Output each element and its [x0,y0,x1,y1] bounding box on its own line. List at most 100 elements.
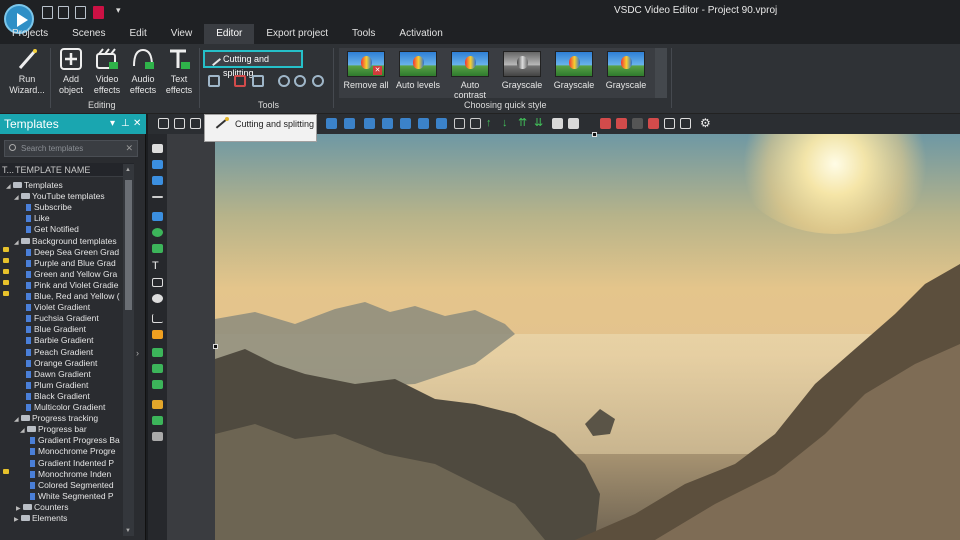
template-item[interactable]: Barbie Gradient [26,335,94,346]
dropdown-icon[interactable]: ▾ [110,118,115,129]
menu-projects[interactable]: Projects [0,24,60,44]
distribute-icon[interactable] [470,118,481,129]
expand-toggle-icon[interactable]: ▶ [14,515,21,526]
template-item[interactable]: Green and Yellow Gra [26,269,117,280]
scroll-up-icon[interactable]: ▲ [125,167,131,173]
template-item[interactable]: Monochrome Progre [30,446,115,457]
align-icon[interactable] [364,118,375,129]
text-tool-icon[interactable]: T [152,261,163,272]
template-item[interactable]: Plum Gradient [26,380,88,391]
align-icon[interactable] [436,118,447,129]
menu-export-project[interactable]: Export project [254,24,340,44]
speed-icon[interactable] [312,75,324,87]
video-effects-button[interactable]: Video effects [90,46,124,96]
add-object-button[interactable]: Add object [54,46,88,96]
template-folder[interactable]: ◢ YouTube templates [14,191,105,202]
template-item[interactable]: Blue Gradient [26,324,86,335]
menu-view[interactable]: View [159,24,205,44]
template-item[interactable]: Multicolor Gradient [26,402,105,413]
close-icon[interactable]: ✕ [133,118,141,129]
new-project-icon[interactable] [42,6,53,19]
expand-toggle-icon[interactable]: ◢ [14,238,21,249]
cut-icon[interactable] [158,118,169,129]
align-icon[interactable] [326,118,337,129]
template-folder[interactable]: ▶ Counters [16,502,69,513]
align-icon[interactable] [418,118,429,129]
column-name-header[interactable]: TEMPLATE NAME [15,165,90,175]
bring-to-front-icon[interactable]: ⇈ [518,118,529,129]
quick-access-dropdown-icon[interactable]: ▾ [116,5,121,16]
template-folder[interactable]: ▶ Elements [14,513,67,524]
menu-edit[interactable]: Edit [117,24,158,44]
send-to-back-icon[interactable]: ⇊ [534,118,545,129]
crop-tools-icon[interactable] [208,75,220,87]
text-effects-button[interactable]: Text effects [162,46,196,96]
template-folder[interactable]: ◢ Progress tracking [14,413,98,424]
spectrum-icon[interactable] [152,400,163,409]
multimedia-icon[interactable] [152,416,163,425]
scroll-down-icon[interactable]: ▼ [125,528,131,534]
expand-toggle-icon[interactable]: ◢ [14,193,21,204]
run-wizard-button[interactable]: Run Wizard... [6,46,48,96]
quick-style-grayscale[interactable]: Grayscale [603,51,649,90]
template-scrollbar[interactable]: ▲ ▼ [123,164,134,536]
scroll-thumb[interactable] [125,180,132,310]
layer-icon[interactable] [632,118,643,129]
clear-search-icon[interactable]: ✕ [125,143,133,154]
template-item[interactable]: Fuchsia Gradient [26,313,99,324]
move-icon[interactable] [152,432,163,441]
panel-collapse-icon[interactable]: › [136,348,139,358]
template-item[interactable]: Colored Segmented [30,480,114,491]
quick-style-auto-levels[interactable]: Auto levels [395,51,441,90]
settings-gear-icon[interactable]: ⚙ [700,117,711,129]
template-item[interactable]: Violet Gradient [26,302,90,313]
frame-icon[interactable] [680,118,691,129]
template-item[interactable]: White Segmented P [30,491,114,502]
resize-handle[interactable] [213,344,218,349]
quick-style-auto-contrast[interactable]: Auto contrast [445,51,495,100]
group-icon[interactable] [600,118,611,129]
rotate-right-icon[interactable] [294,75,306,87]
align-icon[interactable] [382,118,393,129]
resize-icon[interactable] [664,118,675,129]
scene-preview[interactable] [215,134,960,540]
line-icon[interactable] [152,196,163,198]
free-shape-icon[interactable] [152,244,163,253]
ellipse-icon[interactable] [152,228,163,237]
ungroup-icon[interactable] [616,118,627,129]
template-item[interactable]: Like [26,213,50,224]
subtitle-icon[interactable] [152,278,163,287]
template-item[interactable]: Get Notified [26,224,79,235]
quick-style-scroll[interactable] [655,48,667,98]
scene-canvas-area[interactable] [167,132,960,540]
export-icon[interactable] [93,6,104,19]
rotate-left-icon[interactable] [278,75,290,87]
stabilize-icon[interactable] [234,75,246,87]
audio-effects-button[interactable]: Audio effects [126,46,160,96]
template-item[interactable]: Monochrome Inden [30,469,111,480]
menu-tools[interactable]: Tools [340,24,387,44]
menu-scenes[interactable]: Scenes [60,24,117,44]
save-project-icon[interactable] [75,6,86,19]
template-item[interactable]: Peach Gradient [26,347,93,358]
paste-icon[interactable] [190,118,201,129]
menu-editor[interactable]: Editor [204,24,255,44]
align-icon[interactable] [400,118,411,129]
pointer-icon[interactable] [152,144,163,153]
shape-icon[interactable] [568,118,579,129]
quick-style-remove-all[interactable]: ✕ Remove all [343,51,389,90]
template-folder[interactable]: ◢ Templates [6,180,63,191]
template-item[interactable]: Orange Gradient [26,358,97,369]
resize-handle[interactable] [592,132,597,137]
menu-activation[interactable]: Activation [387,24,454,44]
expand-toggle-icon[interactable]: ◢ [20,426,27,437]
quick-style-grayscale[interactable]: Grayscale [551,51,597,90]
distribute-icon[interactable] [454,118,465,129]
quick-style-grayscale[interactable]: Grayscale [499,51,545,90]
template-folder[interactable]: ◢ Progress bar [20,424,87,435]
template-item[interactable]: Gradient Indented P [30,458,114,469]
align-icon[interactable] [344,118,355,129]
chart-icon[interactable] [152,314,163,323]
animation-icon[interactable] [152,330,163,339]
template-item[interactable]: Dawn Gradient [26,369,91,380]
